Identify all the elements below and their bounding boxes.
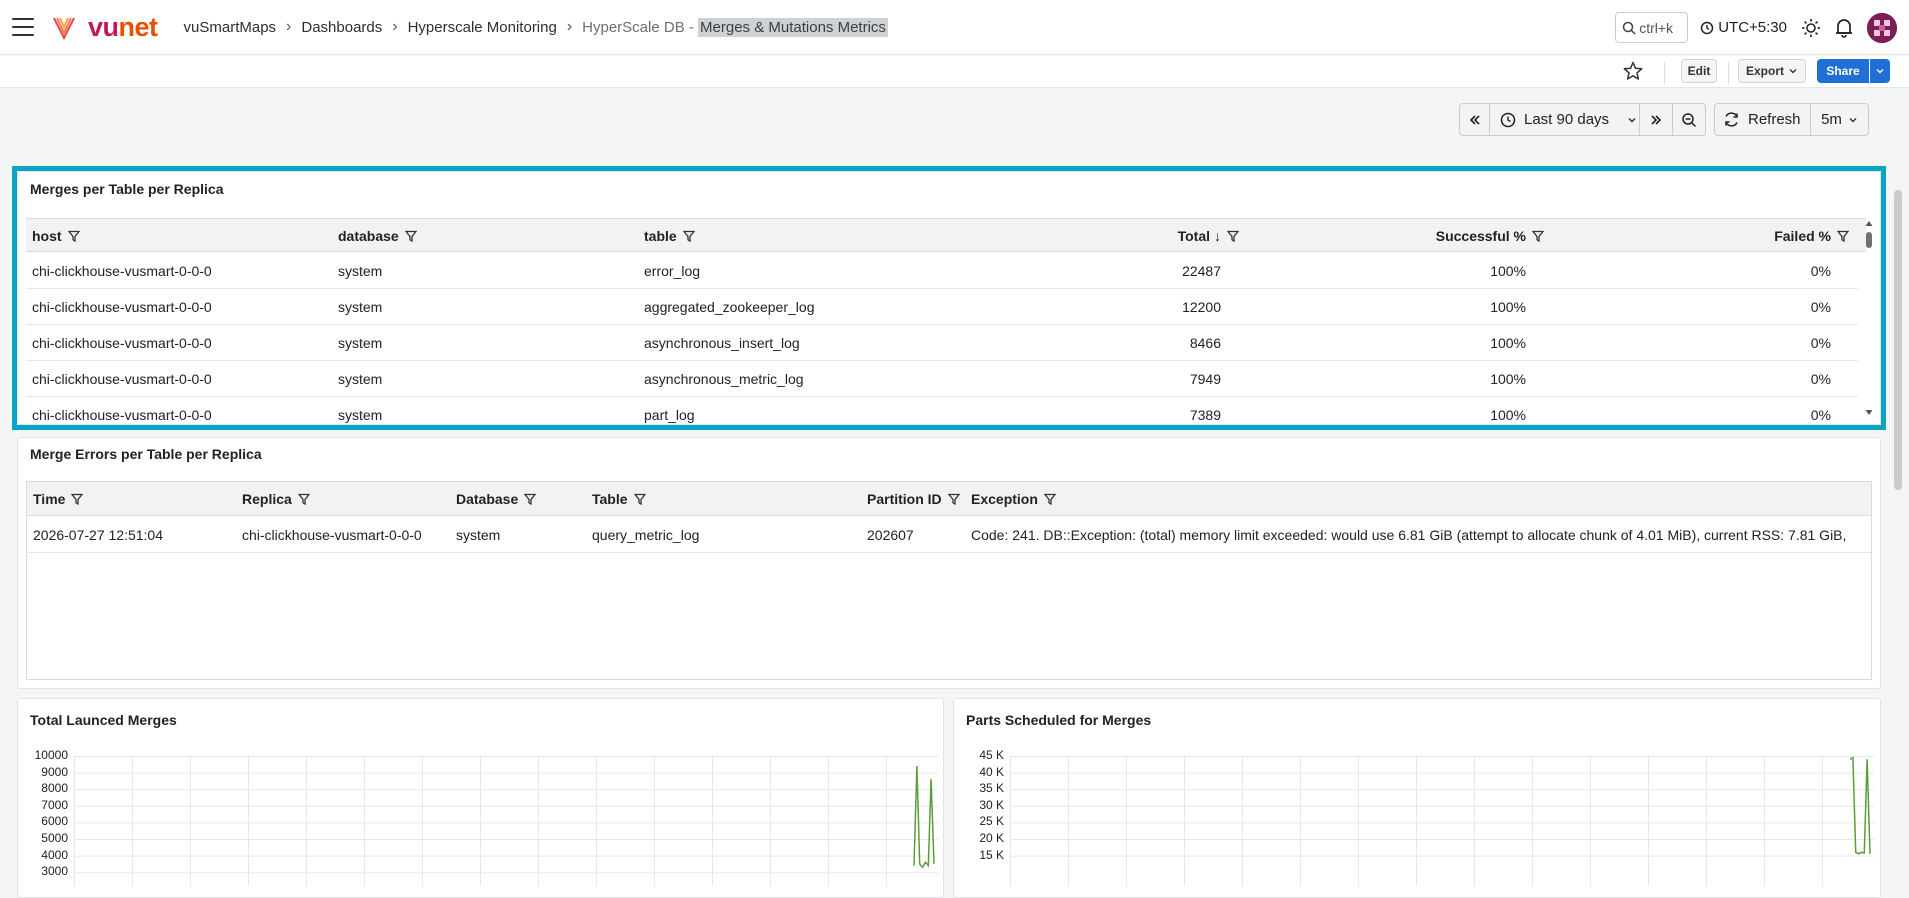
panel-title: Total Launced Merges: [30, 712, 177, 728]
breadcrumb: vuSmartMaps › Dashboards › Hyperscale Mo…: [184, 17, 888, 37]
breadcrumb-current-page: HyperScale DB - Merges & Mutations Metri…: [582, 17, 888, 37]
time-range-picker[interactable]: Last 90 days: [1490, 103, 1640, 136]
breadcrumb-vusmartmaps[interactable]: vuSmartMaps: [184, 19, 277, 36]
y-tick-label: 9000: [41, 764, 68, 779]
column-header-time[interactable]: Time: [33, 482, 84, 516]
zoom-out-button[interactable]: [1673, 103, 1706, 136]
cell-partition-id: 202607: [867, 527, 914, 543]
column-header-table[interactable]: Table: [592, 482, 646, 516]
zoom-out-icon: [1682, 112, 1697, 127]
y-tick-label: 40 K: [979, 764, 1004, 779]
y-tick-label: 45 K: [979, 748, 1004, 762]
cell-table: query_metric_log: [592, 527, 700, 543]
dashboard-toolbar: Edit Export Share: [0, 56, 1909, 88]
filter-icon[interactable]: [633, 493, 646, 505]
chevron-right-icon: ›: [566, 18, 573, 35]
chevron-right-icon: ›: [392, 18, 398, 35]
time-range-controls: Last 90 days Refresh 5m: [1459, 103, 1869, 136]
shift-time-back-button[interactable]: [1459, 103, 1490, 136]
merge-errors-table: Time Replica Database Table Partition ID…: [26, 481, 1872, 680]
double-chevron-left-icon: [1469, 114, 1480, 125]
panel-title: Parts Scheduled for Merges: [966, 712, 1152, 728]
filter-icon[interactable]: [1043, 493, 1056, 505]
toolbar-divider: [1664, 62, 1665, 84]
clock-icon: [1700, 21, 1714, 34]
y-tick-label: 10000: [34, 748, 68, 762]
cell-replica: chi-clickhouse-vusmart-0-0-0: [242, 527, 422, 543]
filter-icon[interactable]: [71, 493, 84, 505]
top-navigation-bar: vunet vuSmartMaps › Dashboards › Hypersc…: [0, 0, 1909, 55]
star-favorite-icon[interactable]: [1622, 60, 1644, 82]
panel-title: Merge Errors per Table per Replica: [30, 446, 262, 462]
table-row[interactable]: 2026-07-27 12:51:04 chi-clickhouse-vusma…: [27, 517, 1871, 553]
y-tick-label: 5000: [41, 831, 68, 845]
y-tick-label: 8000: [41, 781, 68, 796]
bell-icon: [1836, 18, 1852, 38]
chevron-down-icon: [1628, 117, 1636, 122]
selected-panel-outline: [12, 166, 1886, 430]
search-input[interactable]: ctrl+k: [1615, 12, 1689, 43]
chevron-right-icon: ›: [286, 18, 292, 35]
vunet-logo-mark-icon: [53, 17, 75, 40]
sun-icon: [1802, 18, 1820, 37]
hamburger-menu-icon[interactable]: [12, 18, 34, 36]
page-scrollbar-thumb[interactable]: [1894, 190, 1902, 490]
y-tick-label: 30 K: [979, 797, 1004, 812]
refresh-icon: [1725, 112, 1738, 127]
y-tick-label: 4000: [41, 847, 68, 862]
toolbar-divider: [1728, 62, 1729, 84]
cell-time: 2026-07-27 12:51:04: [33, 527, 163, 543]
cell-database: system: [456, 527, 501, 543]
vunet-logo[interactable]: vunet: [52, 12, 158, 43]
timezone-selector[interactable]: UTC+5:30: [1700, 19, 1787, 36]
total-launched-merges-panel: Total Launced Merges 10000 9000 8000 7000 60…: [17, 698, 944, 898]
y-tick-label: 6000: [41, 814, 68, 829]
y-tick-label: 7000: [41, 797, 68, 812]
double-chevron-right-icon: [1651, 114, 1662, 125]
y-tick-label: 15 K: [979, 847, 1004, 862]
share-button[interactable]: Share: [1817, 59, 1869, 83]
theme-toggle-button[interactable]: [1801, 18, 1821, 38]
filter-icon[interactable]: [297, 493, 310, 505]
cell-exception: Code: 241. DB::Exception: (total) memory…: [971, 527, 1847, 543]
breadcrumb-dashboards[interactable]: Dashboards: [301, 19, 382, 36]
search-icon: [1622, 21, 1636, 35]
column-header-exception[interactable]: Exception: [971, 482, 1056, 516]
refresh-button[interactable]: Refresh: [1714, 103, 1811, 136]
column-header-database[interactable]: Database: [456, 482, 537, 516]
merge-errors-panel: Merge Errors per Table per Replica Time …: [17, 437, 1881, 689]
column-header-partition-id[interactable]: Partition ID: [867, 482, 960, 516]
shift-time-forward-button[interactable]: [1640, 103, 1673, 136]
refresh-interval-select[interactable]: 5m: [1811, 103, 1869, 136]
y-tick-label: 20 K: [979, 831, 1004, 845]
filter-icon[interactable]: [524, 493, 537, 505]
launched-merges-line-chart[interactable]: [74, 756, 944, 886]
errors-table-header: Time Replica Database Table Partition ID…: [27, 482, 1871, 516]
user-avatar-icon: [1867, 12, 1897, 43]
filter-icon[interactable]: [947, 493, 960, 505]
share-options-button[interactable]: [1870, 59, 1890, 83]
notifications-button[interactable]: [1835, 18, 1853, 38]
edit-button[interactable]: Edit: [1681, 59, 1717, 83]
user-avatar[interactable]: [1867, 12, 1897, 43]
y-tick-label: 35 K: [979, 781, 1004, 796]
logo-wordmark: vunet: [88, 11, 158, 42]
chevron-down-icon: [1789, 69, 1797, 74]
parts-scheduled-panel: Parts Scheduled for Merges 45 K 40 K 35 K3…: [953, 698, 1881, 898]
column-header-replica[interactable]: Replica: [242, 482, 310, 516]
clock-icon: [1500, 112, 1516, 127]
series-line: [913, 765, 935, 869]
breadcrumb-hyperscale-monitoring[interactable]: Hyperscale Monitoring: [408, 19, 557, 36]
export-button[interactable]: Export: [1738, 59, 1806, 83]
chevron-down-icon: [1876, 69, 1884, 74]
y-tick-label: 25 K: [979, 814, 1004, 829]
parts-scheduled-line-chart[interactable]: [1010, 756, 1880, 886]
chevron-down-icon: [1849, 117, 1857, 122]
y-tick-label: 3000: [41, 864, 68, 879]
